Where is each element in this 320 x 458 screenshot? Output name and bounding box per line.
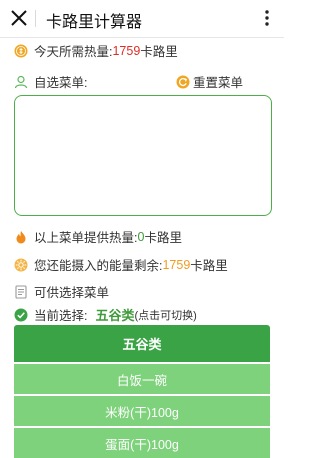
- custom-menu-textarea[interactable]: [14, 95, 272, 216]
- flame-icon: [16, 230, 26, 243]
- food-category-header[interactable]: 五谷类: [14, 325, 270, 362]
- daily-need-row: 今天所需热量: 1759 卡路里: [14, 41, 178, 60]
- current-selection-hint: (点击可切换): [134, 309, 197, 322]
- remaining-row: 您还能摄入的能量剩余: 1759 卡路里: [14, 255, 228, 274]
- coin-icon: [14, 44, 28, 57]
- provided-value: 0: [137, 229, 145, 244]
- remaining-value: 1759: [162, 257, 191, 272]
- current-selection-label: 当前选择:: [34, 309, 88, 323]
- user-icon: [14, 75, 28, 88]
- reset-menu-label: 重置菜单: [193, 76, 244, 90]
- food-item[interactable]: 白饭一碗: [14, 364, 270, 394]
- page-title: 卡路里计算器: [46, 14, 143, 31]
- title-bar: 卡路里计算器: [0, 0, 284, 38]
- remaining-label: 您还能摄入的能量剩余:: [34, 259, 163, 273]
- custom-menu-row: 自选菜单:: [14, 72, 87, 91]
- energy-icon: [14, 258, 28, 271]
- reset-menu-button[interactable]: 重置菜单: [176, 72, 243, 91]
- custom-menu-label: 自选菜单:: [34, 76, 88, 90]
- food-list: 五谷类 白饭一碗 米粉(干)100g 蛋面(干)100g: [14, 325, 270, 458]
- check-circle-icon: [14, 308, 28, 321]
- header-divider: [35, 10, 36, 27]
- provided-row: 以上菜单提供热量: 0 卡路里: [14, 227, 182, 246]
- close-icon[interactable]: [10, 9, 28, 27]
- daily-need-unit: 卡路里: [140, 45, 178, 59]
- reset-icon: [176, 75, 190, 88]
- daily-need-value: 1759: [112, 43, 141, 58]
- document-icon: [15, 284, 27, 299]
- provided-label: 以上菜单提供热量:: [34, 231, 138, 245]
- remaining-unit: 卡路里: [190, 259, 228, 273]
- food-item[interactable]: 蛋面(干)100g: [14, 428, 270, 458]
- more-icon[interactable]: [264, 9, 270, 27]
- daily-need-label: 今天所需热量:: [34, 45, 113, 59]
- provided-unit: 卡路里: [144, 231, 182, 245]
- current-selection-value[interactable]: 五谷类: [95, 305, 134, 324]
- available-menu-row: 可供选择菜单: [14, 282, 109, 301]
- food-item[interactable]: 米粉(干)100g: [14, 396, 270, 426]
- available-menu-label: 可供选择菜单: [34, 286, 110, 300]
- current-selection-row: 当前选择: 五谷类 (点击可切换): [14, 305, 197, 324]
